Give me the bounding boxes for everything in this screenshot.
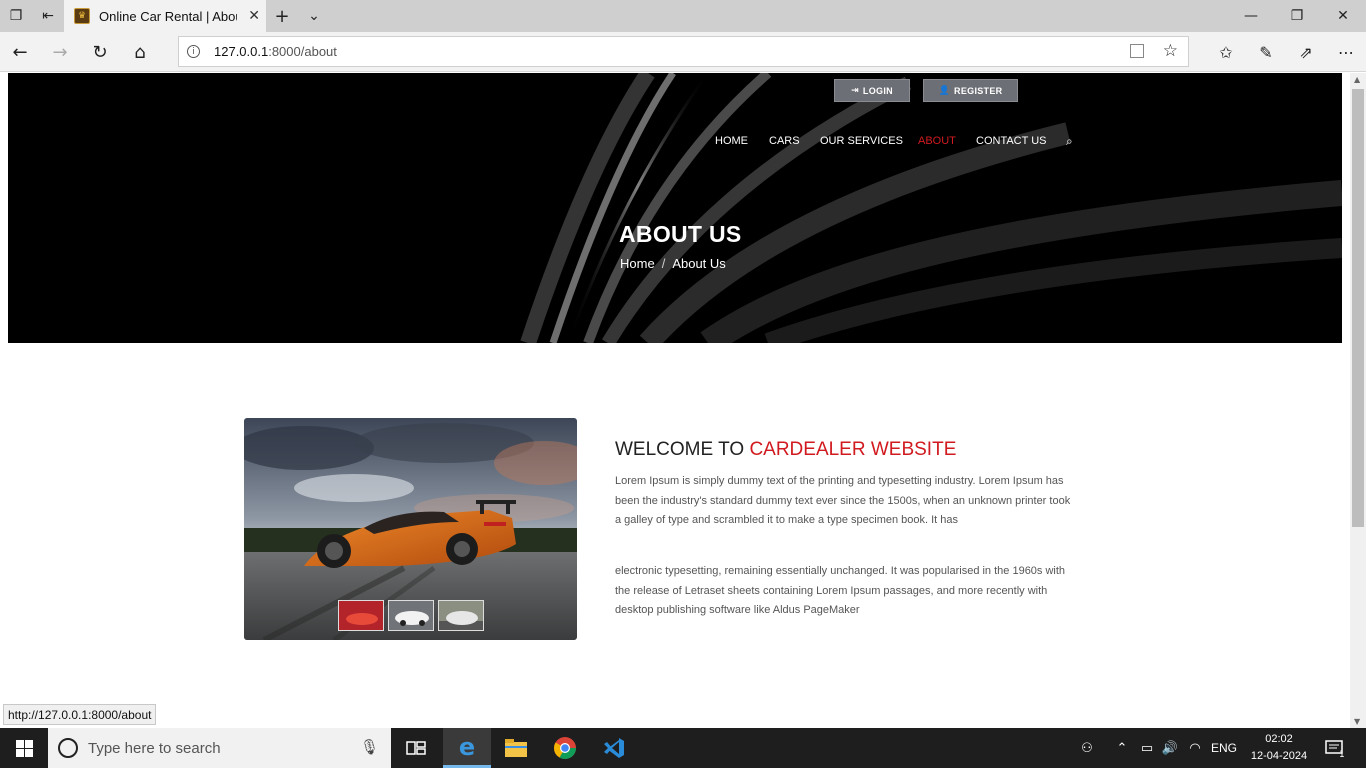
register-label: REGISTER [954, 85, 1003, 96]
language-indicator[interactable]: ENG [1210, 728, 1238, 768]
vscode-icon[interactable] [590, 728, 638, 768]
login-button[interactable]: ⇥ LOGIN [834, 79, 910, 102]
windows-logo-icon [15, 739, 33, 757]
window-restore-icon[interactable]: ❐ [1274, 0, 1320, 32]
favorites-hub-icon[interactable]: ✩ [1210, 36, 1242, 68]
share-icon[interactable]: ⇗ [1290, 36, 1322, 68]
about-car-image-slider[interactable] [244, 418, 577, 640]
address-bar[interactable]: i 127.0.0.1:8000/about ☆ [178, 36, 1189, 67]
scroll-down-icon[interactable]: ▼ [1354, 717, 1360, 726]
browser-nav-bar: ← → ↻ ⌂ i 127.0.0.1:8000/about ☆ ✩ ✎ ⇗ ⋯ [0, 32, 1366, 72]
page-viewport: ⇥ LOGIN 👤 REGISTER HOME CARS OUR SERVICE… [0, 73, 1366, 728]
show-hidden-icons-chevron-up-icon[interactable]: ⌃ [1113, 728, 1131, 768]
scrollbar-thumb[interactable] [1352, 89, 1364, 527]
menu-item-our-services[interactable]: OUR SERVICES [820, 135, 903, 147]
task-view-icon[interactable] [392, 728, 440, 768]
about-heading: WELCOME TO CARDEALER WEBSITE [615, 439, 956, 461]
taskbar-clock[interactable]: 02:02 12-04-2024 [1250, 731, 1308, 765]
about-paragraph-1: Lorem Ipsum is simply dummy text of the … [615, 475, 1071, 526]
about-heading-prefix: WELCOME TO [615, 439, 750, 460]
home-icon[interactable]: ⌂ [124, 36, 156, 68]
wifi-icon[interactable]: ◠ [1185, 728, 1205, 768]
menu-item-home[interactable]: HOME [715, 135, 748, 147]
file-explorer-icon[interactable] [492, 728, 540, 768]
menu-item-about[interactable]: ABOUT [918, 135, 956, 147]
back-arrow-icon[interactable]: ← [4, 36, 36, 68]
page-scrollbar[interactable]: ▲ ▼ [1350, 73, 1366, 728]
breadcrumb-separator: / [661, 256, 666, 271]
people-icon[interactable]: ⚇ [1076, 728, 1098, 768]
web-note-pen-icon[interactable]: ✎ [1250, 36, 1282, 68]
windows-taskbar: Type here to search 🎙 e ⚇ ⌃ ▭ 🔊 ◠ ENG 02… [0, 728, 1366, 768]
site-favicon-icon: ♛ [74, 8, 90, 24]
browser-tab-bar: ❐ ⇤ ♛ Online Car Rental | About ✕ + ⌄ — … [0, 0, 1366, 32]
breadcrumb: Home / About Us [620, 256, 726, 271]
tab-title: Online Car Rental | About [99, 8, 237, 24]
status-bar-url: http://127.0.0.1:8000/about [3, 704, 157, 725]
thumbnail-white-suv[interactable] [438, 600, 484, 631]
taskbar-search-placeholder: Type here to search [88, 739, 221, 757]
sign-in-icon: ⇥ [851, 85, 859, 96]
more-menu-icon[interactable]: ⋯ [1330, 36, 1362, 68]
microphone-icon[interactable]: 🎙 [360, 738, 379, 756]
notifications-icon[interactable]: 1 [1322, 728, 1346, 768]
main-menu: HOME CARS OUR SERVICES ABOUT CONTACT US … [8, 134, 1342, 149]
menu-item-contact-us[interactable]: CONTACT US [976, 135, 1047, 147]
url-text[interactable]: 127.0.0.1:8000/about [214, 44, 337, 59]
browser-tab-active[interactable]: ♛ Online Car Rental | About ✕ [64, 0, 266, 32]
new-tab-icon[interactable]: + [266, 0, 298, 32]
forward-arrow-icon[interactable]: → [44, 36, 76, 68]
favorite-star-icon[interactable]: ☆ [1163, 41, 1178, 61]
site-info-icon[interactable]: i [187, 45, 200, 58]
thumbnail-white-sedan[interactable] [388, 600, 434, 631]
register-button[interactable]: 👤 REGISTER [923, 79, 1018, 102]
clock-date: 12-04-2024 [1250, 750, 1308, 762]
page-title: ABOUT US [619, 221, 742, 247]
hero-background-image [520, 73, 1342, 343]
tab-actions-icon[interactable]: ❐ [0, 0, 32, 32]
battery-icon[interactable]: ▭ [1137, 728, 1157, 768]
search-icon[interactable]: ⌕ [1066, 134, 1073, 149]
refresh-icon[interactable]: ↻ [84, 36, 116, 68]
volume-icon[interactable]: 🔊 [1160, 728, 1180, 768]
breadcrumb-home-link[interactable]: Home [620, 256, 655, 271]
notification-count-badge: 1 [1339, 750, 1345, 760]
start-button[interactable] [0, 728, 48, 768]
clock-time: 02:02 [1265, 733, 1293, 745]
set-tabs-aside-icon[interactable]: ⇤ [32, 0, 64, 32]
menu-item-cars[interactable]: CARS [769, 135, 800, 147]
edge-browser-icon[interactable]: e [443, 728, 491, 768]
thumbnail-red-car[interactable] [338, 600, 384, 631]
chrome-icon[interactable] [541, 728, 589, 768]
reading-view-icon[interactable] [1130, 44, 1144, 58]
tab-list-chevron-down-icon[interactable]: ⌄ [298, 0, 330, 32]
login-label: LOGIN [862, 85, 893, 96]
window-minimize-icon[interactable]: — [1228, 0, 1274, 32]
scroll-up-icon[interactable]: ▲ [1354, 75, 1360, 84]
taskbar-search-box[interactable]: Type here to search 🎙 [48, 728, 391, 768]
about-heading-accent: CARDEALER WEBSITE [749, 439, 957, 460]
hero-banner: ⇥ LOGIN 👤 REGISTER HOME CARS OUR SERVICE… [8, 73, 1342, 343]
tab-close-icon[interactable]: ✕ [248, 8, 260, 24]
about-paragraph-2: electronic typesetting, remaining essent… [615, 565, 1066, 616]
breadcrumb-current: About Us [672, 256, 726, 271]
user-plus-icon: 👤 [938, 85, 951, 96]
cortana-circle-icon [58, 738, 78, 758]
window-close-icon[interactable]: ✕ [1320, 0, 1366, 32]
